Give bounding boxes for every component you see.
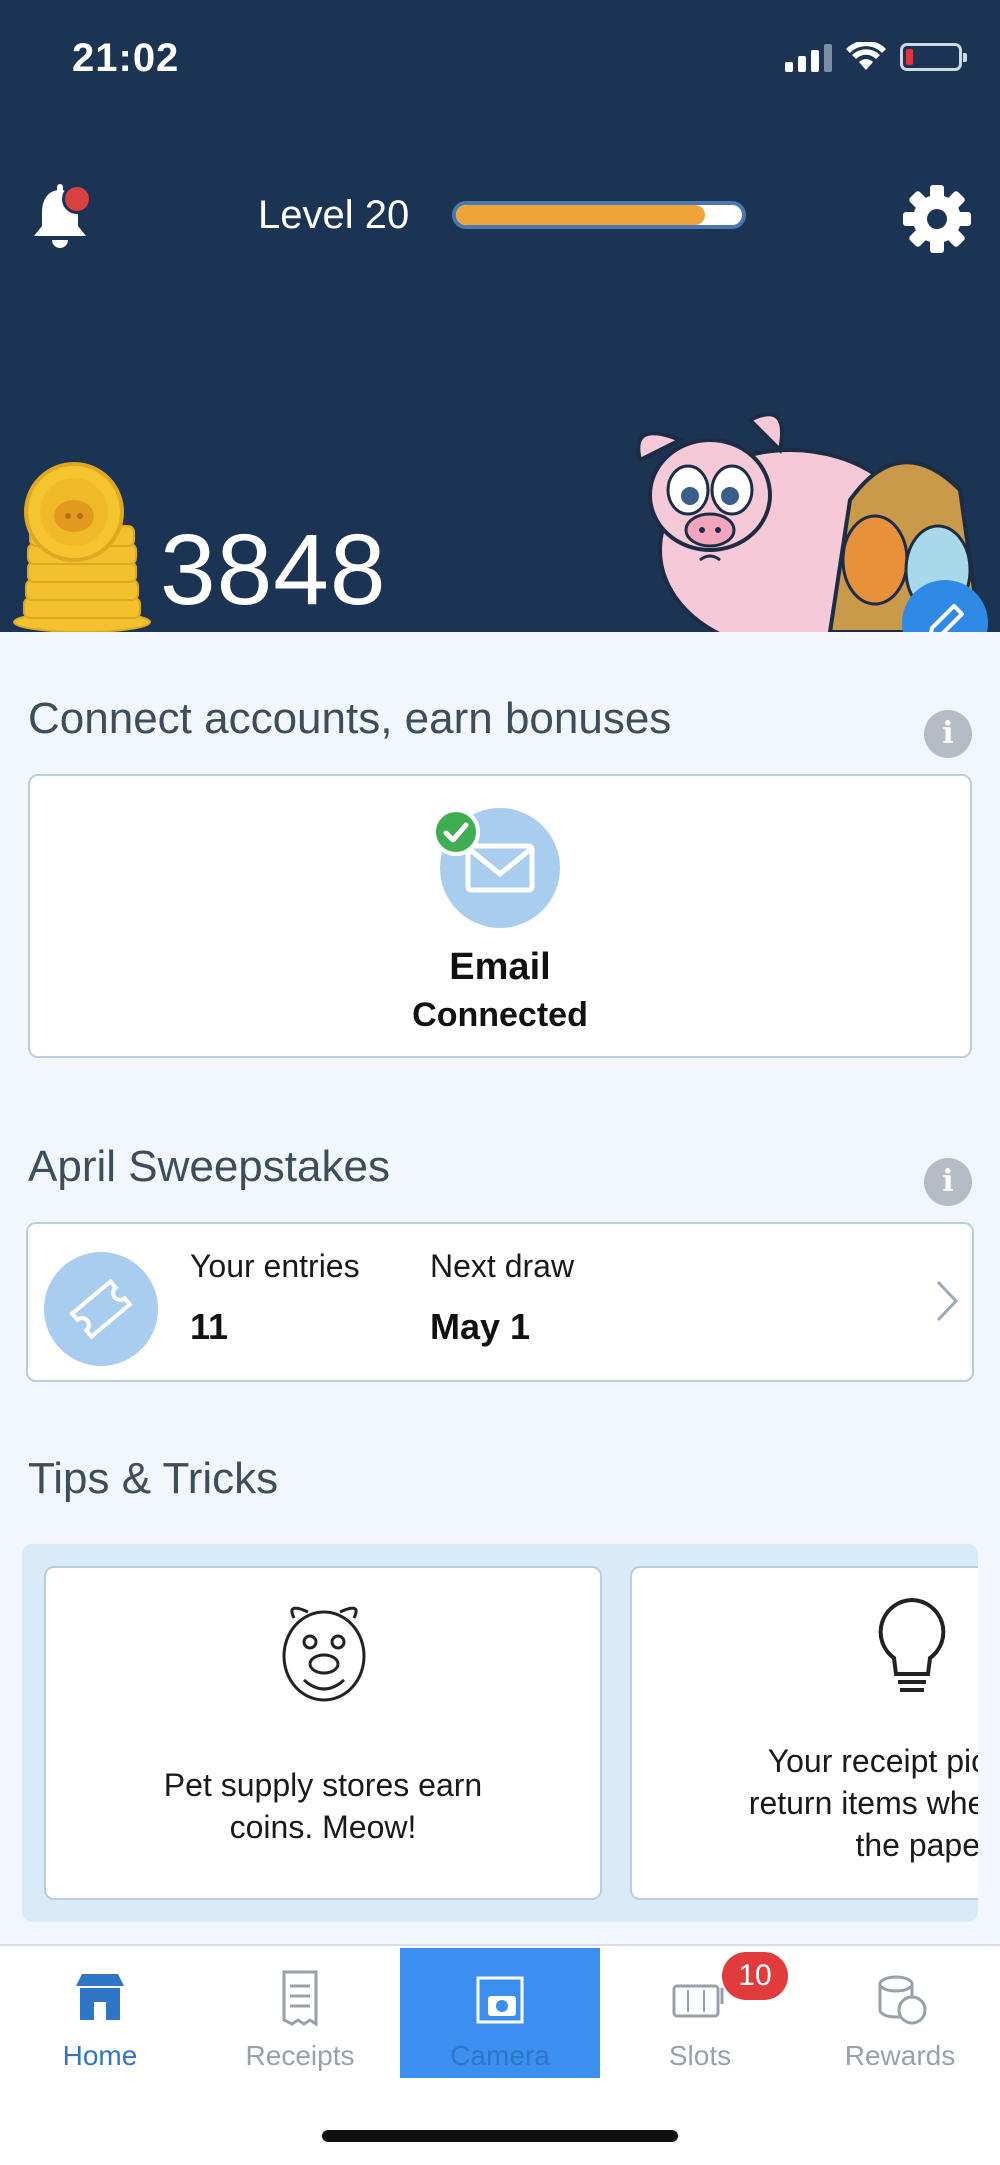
gear-icon[interactable]: [902, 184, 972, 254]
tab-rewards-label: Rewards: [844, 2040, 956, 2071]
tip-line: Pet supply stores earn: [163, 1767, 483, 1803]
sweepstakes-card[interactable]: Your entries 11 Next draw May 1: [26, 1222, 974, 1382]
tip-line: the paper re: [855, 1827, 978, 1863]
tab-slots-label: Slots: [668, 2040, 732, 2071]
level-label: Level 20: [258, 193, 410, 237]
store-icon: [76, 1974, 124, 2020]
tab-camera-label: Camera: [450, 2040, 550, 2071]
slot-machine-icon: [672, 1984, 724, 2018]
next-draw-value: May 1: [430, 1306, 531, 1347]
tips-title: Tips & Tricks: [28, 1454, 279, 1503]
slots-count-badge: 10: [722, 1952, 788, 2000]
tab-home[interactable]: Home: [0, 1948, 200, 2078]
chevron-right-icon: [936, 1280, 959, 1322]
status-icons: [785, 42, 967, 72]
receipt-icon: [282, 1970, 318, 2027]
home-indicator: [322, 2130, 678, 2142]
connect-section-title: Connect accounts, earn bonuses: [28, 694, 672, 743]
status-time: 21:02: [72, 36, 180, 80]
pig-face-icon: [282, 1606, 366, 1702]
next-draw-label: Next draw: [430, 1248, 575, 1284]
wifi-icon: [846, 42, 886, 70]
battery-icon: [900, 43, 967, 71]
tip-line: Your receipt pics c: [767, 1743, 978, 1779]
connect-info-icon[interactable]: i: [924, 710, 972, 758]
entries-value: 11: [190, 1306, 229, 1347]
email-card-title: Email: [449, 946, 551, 988]
tip-line: return items when y: [748, 1785, 978, 1821]
tip-text: Your receipt pics c return items when y …: [749, 1740, 978, 1866]
lightbulb-icon: [878, 1597, 946, 1692]
tab-home-label: Home: [62, 2040, 138, 2071]
tip-text: Pet supply stores earn coins. Meow!: [46, 1764, 600, 1848]
tab-receipts[interactable]: Receipts: [200, 1948, 400, 2078]
coins-icon: [878, 1975, 927, 2025]
tab-receipts-label: Receipts: [245, 2040, 355, 2071]
level-progress-bar: [452, 201, 746, 229]
cellular-signal-icon: [785, 42, 832, 72]
tip-line: coins. Meow!: [229, 1809, 417, 1845]
entries-label: Your entries: [190, 1248, 360, 1284]
tip-card[interactable]: Your receipt pics c return items when y …: [630, 1566, 978, 1900]
sweepstakes-info-icon[interactable]: i: [924, 1158, 972, 1206]
tips-carousel[interactable]: Pet supply stores earn coins. Meow! Your…: [22, 1544, 978, 1922]
email-card-status: Connected: [412, 996, 588, 1034]
tab-rewards[interactable]: Rewards: [800, 1948, 1000, 2078]
coin-stack-icon: [13, 462, 151, 632]
level-progress-fill: [456, 205, 705, 225]
camera-icon: [476, 1976, 524, 2024]
email-connect-card[interactable]: Email Connected: [28, 774, 972, 1058]
tip-card[interactable]: Pet supply stores earn coins. Meow!: [44, 1566, 602, 1900]
pencil-icon: [929, 604, 964, 632]
sweepstakes-title: April Sweepstakes: [28, 1142, 390, 1191]
ticket-icon-circle: [44, 1252, 158, 1366]
coin-balance: 3848: [160, 514, 387, 626]
header: 21:02 Level 20 3848: [0, 0, 1000, 632]
edit-button[interactable]: [902, 580, 988, 632]
notification-dot: [62, 184, 92, 214]
check-icon: [432, 808, 480, 856]
tab-camera[interactable]: Camera: [400, 1948, 600, 2078]
ticket-icon: [69, 1278, 133, 1340]
